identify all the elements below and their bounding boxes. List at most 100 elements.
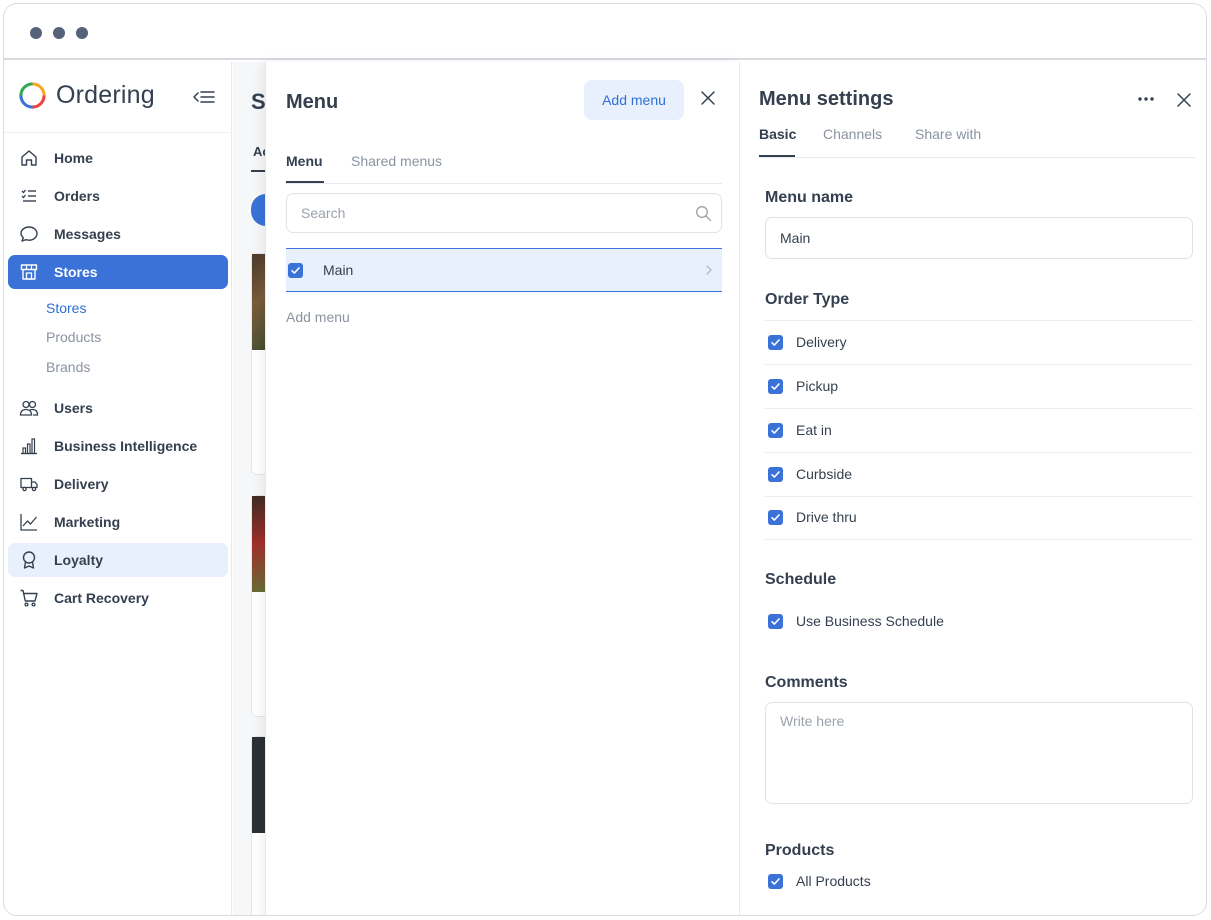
store-icon: [18, 261, 40, 283]
checkbox[interactable]: [768, 466, 783, 482]
checkbox[interactable]: [768, 509, 783, 525]
menu-name-input[interactable]: [780, 218, 1180, 258]
menu-settings-panel: Menu settings Basic Channels Share with …: [741, 62, 1206, 915]
sidebar-item-label: Marketing: [54, 514, 121, 530]
order-type-pickup[interactable]: Pickup: [765, 364, 1193, 408]
window-minimize-dot[interactable]: [53, 27, 65, 39]
sidebar-item-label: Loyalty: [54, 552, 104, 568]
list-icon: [18, 185, 40, 207]
title-bar: [4, 4, 1206, 60]
menu-item-checkbox[interactable]: [288, 262, 303, 278]
close-icon[interactable]: [1175, 91, 1193, 109]
check-icon: [771, 426, 780, 434]
checkbox-label: Delivery: [796, 334, 847, 350]
check-icon: [771, 513, 780, 521]
sidebar-subitem-products[interactable]: Products: [46, 329, 101, 345]
schedule-label: Schedule: [765, 571, 837, 588]
menu-panel: Menu Add menu Menu Shared menus Main: [265, 62, 740, 915]
sidebar-subitem-brands[interactable]: Brands: [46, 359, 90, 375]
order-type-eat-in[interactable]: Eat in: [765, 408, 1193, 452]
background-page-title: S: [251, 89, 266, 114]
order-type-curbside[interactable]: Curbside: [765, 452, 1193, 496]
checkbox[interactable]: [768, 422, 783, 438]
checkbox-label: Curbside: [796, 466, 853, 482]
check-icon: [771, 877, 780, 885]
check-icon: [291, 266, 300, 274]
sidebar-item-loyalty[interactable]: Loyalty: [8, 543, 228, 577]
tab-share-with[interactable]: Share with: [915, 126, 981, 142]
check-icon: [771, 338, 780, 346]
check-icon: [771, 470, 780, 478]
checkbox[interactable]: [768, 873, 783, 889]
settings-panel-title: Menu settings: [759, 88, 894, 110]
checkbox-label: All Products: [796, 873, 871, 889]
use-business-schedule[interactable]: Use Business Schedule: [765, 599, 1193, 643]
bar-chart-icon: [18, 435, 40, 457]
tab-menu[interactable]: Menu: [286, 153, 323, 169]
order-type-label: Order Type: [765, 291, 850, 308]
logo-ring-icon: [19, 81, 46, 109]
sidebar-item-cart-recovery[interactable]: Cart Recovery: [8, 581, 228, 615]
search-input[interactable]: [301, 194, 681, 232]
menu-list-item[interactable]: Main: [286, 248, 722, 292]
brand-logo[interactable]: Ordering: [18, 78, 155, 112]
comments-textarea[interactable]: [780, 713, 1180, 793]
checkbox[interactable]: [768, 613, 783, 629]
comments-field: [765, 702, 1193, 804]
checkbox-label: Eat in: [796, 422, 832, 438]
brand-name: Ordering: [56, 80, 155, 109]
check-icon: [771, 382, 780, 390]
active-tab-indicator: [759, 155, 795, 157]
sidebar-item-business-intelligence[interactable]: Business Intelligence: [8, 429, 228, 463]
add-menu-link[interactable]: Add menu: [286, 309, 350, 325]
check-icon: [771, 617, 780, 625]
checkbox-label: Use Business Schedule: [796, 613, 944, 629]
tab-channels[interactable]: Channels: [823, 126, 882, 142]
sidebar-item-users[interactable]: Users: [8, 391, 228, 425]
divider: [765, 539, 1193, 540]
sidebar-item-label: Messages: [54, 226, 121, 242]
sidebar-item-marketing[interactable]: Marketing: [8, 505, 228, 539]
sidebar-item-delivery[interactable]: Delivery: [8, 467, 228, 501]
sidebar-divider: [4, 132, 232, 133]
sidebar: Ordering Home Orders Messages Stores Sto…: [4, 62, 232, 915]
sidebar-item-orders[interactable]: Orders: [8, 179, 228, 213]
sidebar-item-label: Delivery: [54, 476, 109, 492]
home-icon: [18, 147, 40, 169]
sidebar-item-home[interactable]: Home: [8, 141, 228, 175]
window-zoom-dot[interactable]: [76, 27, 88, 39]
search-icon[interactable]: [695, 205, 712, 222]
all-products[interactable]: All Products: [765, 859, 1193, 903]
menu-name-field: [765, 217, 1193, 259]
tab-shared-menus[interactable]: Shared menus: [351, 153, 442, 169]
trend-chart-icon: [18, 511, 40, 533]
order-type-delivery[interactable]: Delivery: [765, 320, 1193, 364]
sidebar-item-label: Business Intelligence: [54, 438, 198, 454]
order-type-drive-thru[interactable]: Drive thru: [765, 495, 1193, 539]
chat-icon: [18, 223, 40, 245]
add-menu-button[interactable]: Add menu: [584, 80, 684, 120]
checkbox-label: Pickup: [796, 378, 839, 394]
cart-icon: [18, 587, 40, 609]
sidebar-item-stores[interactable]: Stores: [8, 255, 228, 289]
checkbox-label: Drive thru: [796, 509, 857, 525]
sidebar-subitem-stores[interactable]: Stores: [46, 300, 86, 316]
collapse-sidebar-icon[interactable]: [190, 86, 216, 108]
users-icon: [18, 397, 40, 419]
tab-bar-divider: [759, 157, 1195, 158]
checkbox[interactable]: [768, 378, 783, 394]
award-icon: [18, 549, 40, 571]
window-close-dot[interactable]: [30, 27, 42, 39]
menu-search: [286, 193, 722, 233]
sidebar-item-label: Cart Recovery: [54, 590, 149, 606]
sidebar-item-messages[interactable]: Messages: [8, 217, 228, 251]
truck-icon: [18, 473, 40, 495]
checkbox[interactable]: [768, 334, 783, 350]
more-options-icon[interactable]: [1137, 96, 1155, 102]
close-icon[interactable]: [699, 89, 717, 107]
sidebar-item-label: Users: [54, 400, 93, 416]
sidebar-item-label: Home: [54, 150, 93, 166]
tab-basic[interactable]: Basic: [759, 126, 796, 142]
app-window: Ordering Home Orders Messages Stores Sto…: [3, 3, 1207, 916]
sidebar-item-label: Stores: [54, 264, 98, 280]
